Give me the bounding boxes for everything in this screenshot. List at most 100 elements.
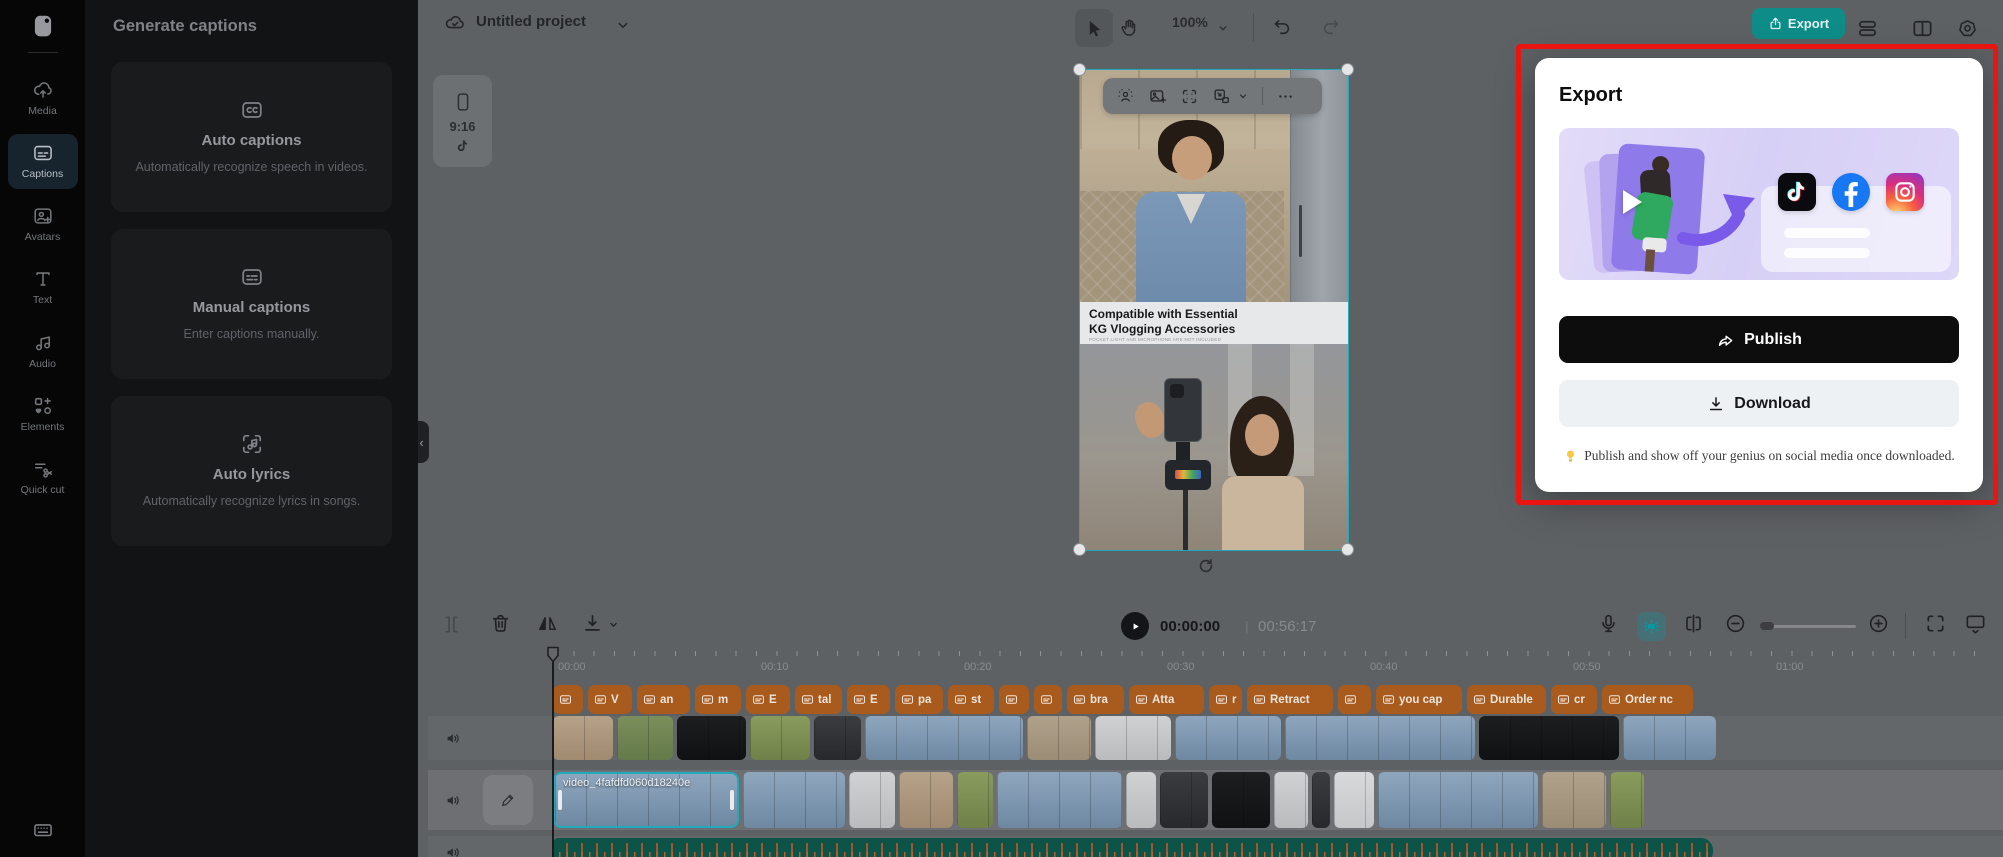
project-title[interactable]: Untitled project — [476, 13, 586, 30]
caption-clip[interactable] — [999, 685, 1029, 714]
play-button[interactable] — [1121, 612, 1149, 640]
playhead-pin[interactable] — [546, 646, 560, 663]
mute-track3-speaker-icon[interactable] — [444, 843, 463, 857]
sidebar-item-audio[interactable]: Audio — [8, 324, 78, 379]
selected-video-clip[interactable]: video_4fafdfd060d18240e — [553, 772, 739, 828]
split-tool-icon[interactable] — [440, 613, 463, 636]
sidebar-item-media[interactable]: Media — [8, 71, 78, 126]
video-clip-thumbnails[interactable] — [617, 716, 673, 760]
video-clip-thumbnails[interactable] — [750, 716, 810, 760]
aspect-ratio-badge[interactable]: 9:16 — [433, 75, 492, 167]
video-clip-thumbnails[interactable] — [1027, 716, 1091, 760]
fullscreen-icon[interactable] — [1924, 612, 1947, 635]
zoom-level[interactable]: 100% — [1172, 14, 1208, 30]
video-clip-thumbnails[interactable] — [1126, 772, 1156, 828]
sidebar-item-quick-cut[interactable]: Quick cut — [8, 450, 78, 505]
caption-clip[interactable]: bra — [1067, 685, 1124, 714]
video-clip-thumbnails[interactable] — [743, 772, 845, 828]
caption-clip[interactable]: r — [1209, 685, 1242, 714]
crop-icon[interactable] — [1180, 87, 1199, 106]
video-clip-thumbnails[interactable] — [677, 716, 746, 760]
video-clip-thumbnails[interactable] — [865, 716, 1023, 760]
caption-clip[interactable]: E — [746, 685, 790, 714]
mute-track2-speaker-icon[interactable] — [444, 791, 463, 810]
video-clip-thumbnails[interactable] — [1479, 716, 1619, 760]
caption-clip[interactable]: you cap — [1376, 685, 1462, 714]
selection-handle-top-left[interactable] — [1073, 63, 1086, 76]
caption-clip[interactable]: Order nc — [1602, 685, 1693, 714]
video-clip-thumbnails[interactable] — [1610, 772, 1644, 828]
select-tool-button[interactable] — [1075, 9, 1113, 47]
export-button[interactable]: Export — [1752, 8, 1845, 39]
more-options-icon[interactable] — [1276, 87, 1295, 106]
video-clip-thumbnails[interactable] — [1160, 772, 1208, 828]
video-clip-thumbnails[interactable] — [1175, 716, 1281, 760]
portrait-effects-icon[interactable] — [1116, 87, 1135, 106]
sidebar-item-avatars[interactable]: Avatars — [8, 197, 78, 252]
record-voiceover-icon[interactable] — [1597, 612, 1620, 635]
caption-clip[interactable]: cr — [1551, 685, 1597, 714]
zoom-in-icon[interactable] — [1867, 612, 1890, 635]
settings-gear-icon[interactable] — [1956, 17, 1979, 40]
layout-panels-icon[interactable] — [1911, 17, 1934, 40]
card-auto-captions[interactable]: Auto captions Automatically recognize spe… — [111, 62, 392, 212]
timeline-ruler[interactable] — [553, 651, 1990, 656]
sidebar-item-elements[interactable]: Elements — [8, 387, 78, 442]
caption-clip[interactable] — [1338, 685, 1371, 714]
caption-clip[interactable] — [1034, 685, 1062, 714]
export-tasks-icon[interactable] — [1856, 17, 1879, 40]
video-clip-thumbnails[interactable] — [1312, 772, 1330, 828]
mirror-flip-icon[interactable] — [536, 612, 559, 635]
rotate-handle-icon[interactable] — [1196, 556, 1216, 576]
timeline-zoom-knob[interactable] — [1760, 622, 1774, 630]
video-clip-thumbnails[interactable] — [849, 772, 895, 828]
video-clip-thumbnails[interactable] — [1378, 772, 1538, 828]
download-button[interactable]: Download — [1559, 380, 1959, 427]
video-clip-thumbnails[interactable] — [1095, 716, 1171, 760]
timeline-zoom-slider[interactable] — [1760, 625, 1856, 628]
delete-icon[interactable] — [489, 612, 512, 635]
caption-clip[interactable]: Retract — [1247, 685, 1333, 714]
caption-clip[interactable] — [553, 685, 583, 714]
caption-clip[interactable]: E — [847, 685, 890, 714]
zoom-chevron-icon[interactable] — [1216, 21, 1230, 35]
selection-handle-bottom-right[interactable] — [1341, 543, 1354, 556]
card-auto-lyrics[interactable]: Auto lyrics Automatically recognize lyric… — [111, 396, 392, 546]
selection-handle-bottom-left[interactable] — [1073, 543, 1086, 556]
preview-display-icon[interactable] — [1964, 612, 1987, 635]
keyboard-shortcuts-icon[interactable] — [32, 819, 54, 841]
caption-clip[interactable]: Durable — [1467, 685, 1546, 714]
caption-clip[interactable]: m — [695, 685, 741, 714]
video-preview[interactable]: Compatible with Essential KG Vlogging Ac… — [1079, 69, 1349, 551]
edit-draft-pencil-icon[interactable] — [483, 775, 533, 825]
add-image-icon[interactable] — [1148, 87, 1167, 106]
picture-in-picture-icon[interactable] — [1212, 87, 1231, 106]
caption-clip[interactable]: an — [637, 685, 690, 714]
video-clip-thumbnails[interactable] — [899, 772, 953, 828]
video-clip-thumbnails[interactable] — [1542, 772, 1606, 828]
split-clip-icon[interactable] — [1682, 612, 1705, 635]
pip-chevron-icon[interactable] — [1237, 90, 1249, 102]
video-clip-thumbnails[interactable] — [1212, 772, 1270, 828]
video-clip-thumbnails[interactable] — [814, 716, 861, 760]
undo-button[interactable] — [1272, 16, 1293, 37]
selection-handle-top-right[interactable] — [1341, 63, 1354, 76]
video-clip-thumbnails[interactable] — [553, 716, 613, 760]
redo-button[interactable] — [1320, 16, 1341, 37]
card-manual-captions[interactable]: Manual captions Enter captions manually. — [111, 229, 392, 379]
hand-tool-button[interactable] — [1119, 17, 1140, 38]
download-clip-icon[interactable] — [581, 612, 604, 635]
video-clip-thumbnails[interactable] — [1334, 772, 1374, 828]
video-clip-thumbnails[interactable] — [1623, 716, 1716, 760]
caption-clip[interactable]: tal — [795, 685, 842, 714]
smart-snap-toggle-icon[interactable] — [1637, 612, 1666, 641]
caption-clip[interactable]: Atta — [1129, 685, 1204, 714]
caption-clip[interactable]: st — [948, 685, 994, 714]
video-clip-thumbnails[interactable] — [1274, 772, 1308, 828]
download-chevron-icon[interactable] — [607, 618, 620, 631]
zoom-out-icon[interactable] — [1724, 612, 1747, 635]
app-logo-icon[interactable] — [30, 12, 56, 38]
video-clip-thumbnails[interactable] — [957, 772, 993, 828]
publish-button[interactable]: Publish — [1559, 316, 1959, 363]
caption-clip[interactable]: pa — [895, 685, 943, 714]
